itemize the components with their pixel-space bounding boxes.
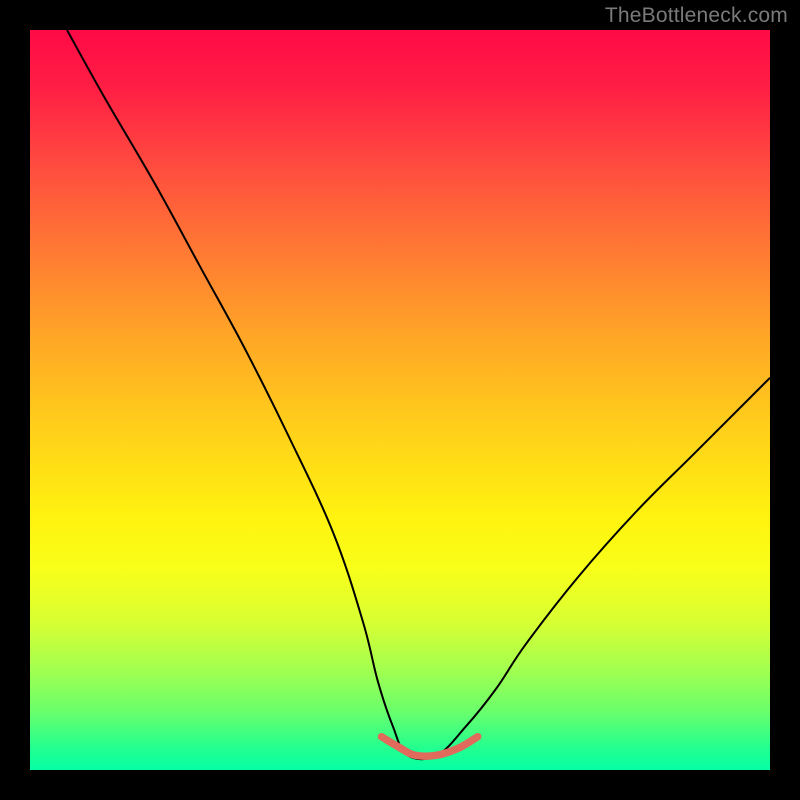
chart-frame: TheBottleneck.com	[0, 0, 800, 800]
plot-area	[30, 30, 770, 770]
series-main-curve	[67, 30, 770, 759]
chart-svg	[30, 30, 770, 770]
series-highlight-segment	[382, 737, 478, 756]
watermark-text: TheBottleneck.com	[605, 4, 788, 28]
